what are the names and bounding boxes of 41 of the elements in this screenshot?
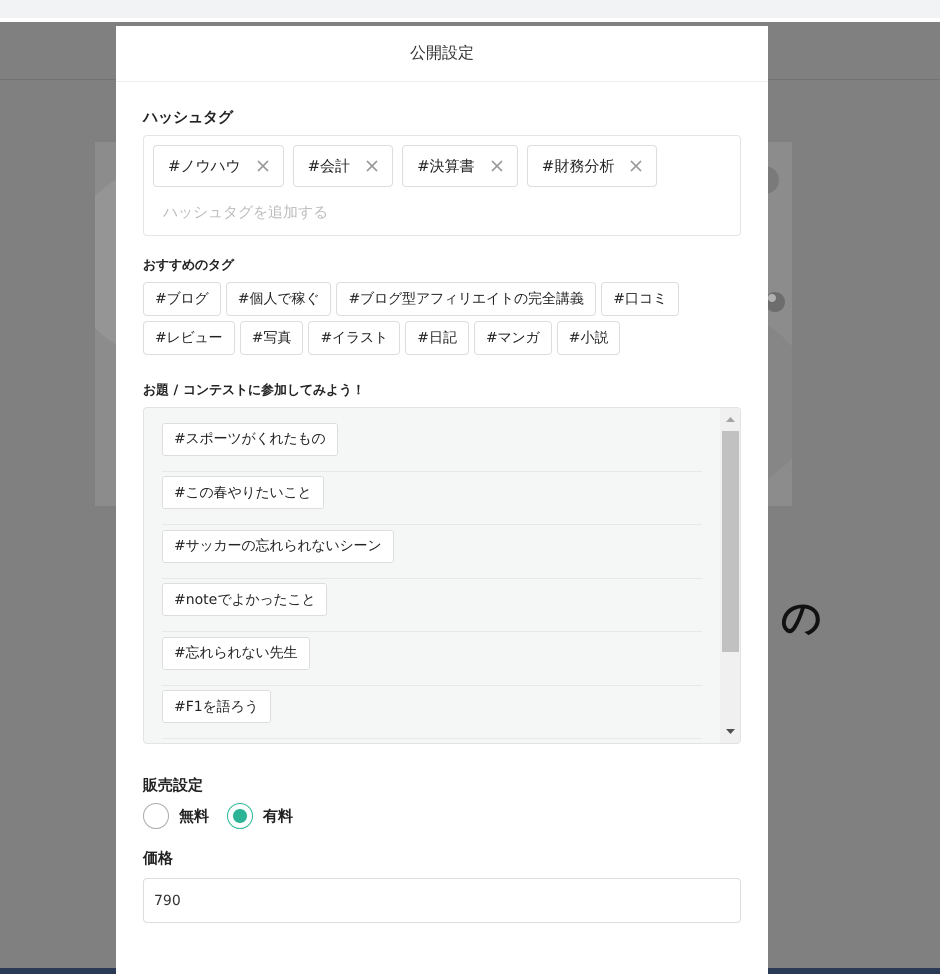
hashtag-chip: #決算書 (402, 145, 518, 187)
tag-button[interactable]: #ブログ型アフィリエイトの完全講義 (336, 282, 596, 316)
radio-option[interactable]: 有料 (227, 803, 293, 829)
tag-button[interactable]: #個人で稼ぐ (226, 282, 332, 316)
tag-button[interactable]: #ブログ (143, 282, 221, 316)
scroll-up-icon[interactable] (726, 417, 734, 422)
scrollbar[interactable] (720, 408, 740, 743)
tag-button[interactable]: #この春やりたいこと (162, 476, 324, 510)
section-label: おすすめのタグ (143, 257, 236, 274)
tag-button[interactable]: #F1を語ろう (162, 690, 271, 724)
tag-button[interactable]: #イラスト (308, 321, 400, 355)
tag-button[interactable]: #noteでよかったこと (162, 583, 328, 616)
section-label: 販売設定 (143, 776, 204, 795)
tag-button[interactable]: #忘れられない先生 (162, 636, 310, 670)
tag-button[interactable]: #マンガ (474, 321, 552, 355)
close-icon[interactable] (256, 160, 269, 172)
close-icon[interactable] (630, 160, 642, 172)
price-field[interactable]: 790 (143, 878, 741, 923)
section-label: お題 / コンテストに参加してみよう！ (143, 382, 366, 399)
hashtag-chip: #ノウハウ (153, 145, 284, 187)
hashtag-chip: #財務分析 (526, 145, 658, 187)
tag-button[interactable]: #スポーツがくれたもの (162, 422, 338, 456)
heading-text: の (781, 598, 822, 638)
hashtag-chip: #会計 (292, 145, 394, 187)
tag-button[interactable]: #小説 (556, 321, 620, 355)
tag-button[interactable]: #レビュー (143, 321, 235, 355)
radio-option[interactable]: 無料 (143, 803, 209, 829)
tag-button[interactable]: #口コミ (601, 282, 679, 316)
section-label: ハッシュタグ (143, 108, 234, 127)
section-label: 価格 (143, 849, 174, 868)
scroll-down-icon[interactable] (726, 729, 734, 734)
tag-button[interactable]: #写真 (240, 321, 304, 355)
close-icon[interactable] (490, 160, 503, 172)
hashtag-field[interactable]: #ノウハウ #会計 #決算書 #財務分析 ハッシュタグを追加する (143, 135, 741, 236)
tag-button[interactable]: #日記 (405, 321, 469, 355)
tag-button[interactable]: #サッカーの忘れられないシーン (162, 530, 394, 563)
radio-button[interactable] (143, 803, 169, 829)
scrollbar-thumb[interactable] (722, 431, 738, 652)
radio-button[interactable] (227, 803, 253, 829)
dialog-title: 公開設定 (410, 43, 474, 64)
close-icon[interactable] (366, 160, 378, 172)
